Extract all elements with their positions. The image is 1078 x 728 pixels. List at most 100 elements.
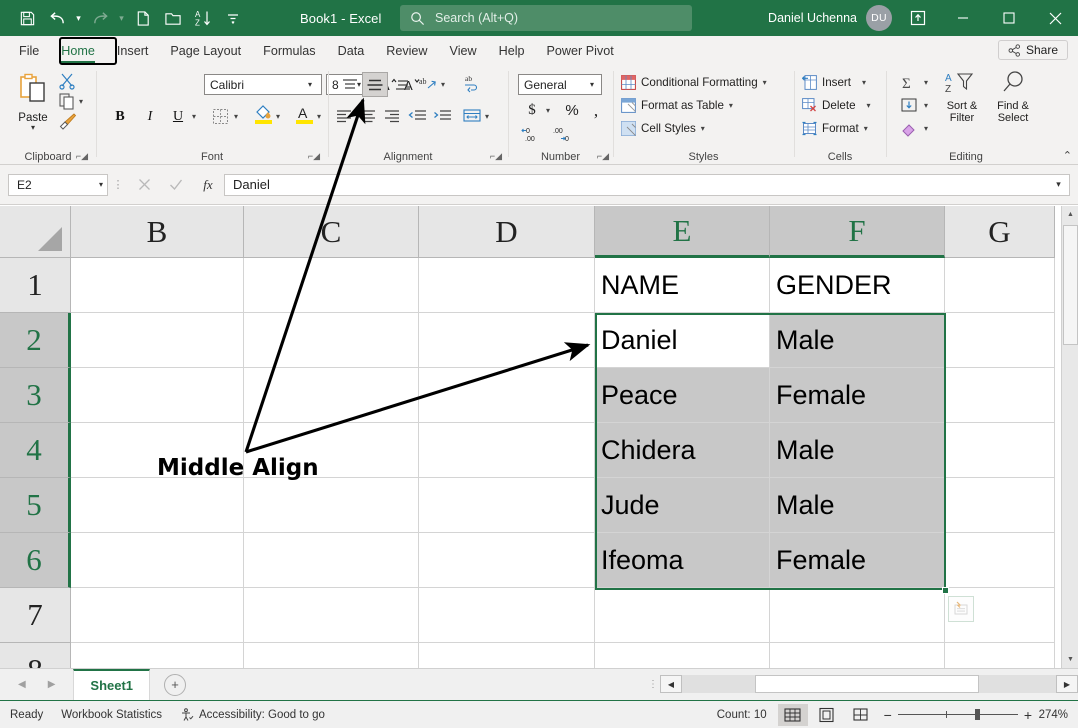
zoom-out-button[interactable]: − [884,707,892,723]
middle-align-button[interactable] [362,72,388,97]
cell-G3[interactable] [945,368,1055,423]
alignment-dialog-launcher[interactable]: ⌐◢ [490,151,502,162]
number-dialog-launcher[interactable]: ⌐◢ [597,151,609,162]
find-and-select-button[interactable]: Find & Select [987,70,1039,124]
cancel-edit-icon[interactable] [128,173,160,197]
fill-button[interactable] [896,94,922,117]
account-area[interactable]: Daniel Uchenna DU [768,0,892,36]
cell-D3[interactable] [419,368,595,423]
new-file-icon[interactable] [128,4,158,32]
tab-power-pivot[interactable]: Power Pivot [536,36,625,66]
cell-E7[interactable] [595,588,770,643]
underline-button[interactable]: U [166,105,190,128]
row-header-3[interactable]: 3 [0,368,71,423]
number-format-dropdown-icon[interactable]: ▾ [590,80,594,89]
tab-review[interactable]: Review [375,36,438,66]
cell-D8[interactable] [419,643,595,668]
cell-B3[interactable] [71,368,244,423]
align-left-button[interactable] [332,104,356,127]
zoom-thumb[interactable] [975,709,980,720]
cell-B1[interactable] [71,258,244,313]
maximize-button[interactable] [986,0,1032,36]
increase-decimal-button[interactable]: 0.00 [520,122,544,145]
paste-dropdown-icon[interactable]: ▾ [10,123,56,132]
tab-help[interactable]: Help [488,36,536,66]
orientation-dropdown-icon[interactable]: ▾ [441,80,445,89]
fill-color-button[interactable] [251,102,275,125]
expand-formula-bar-icon[interactable]: ▾ [1048,174,1070,196]
zoom-in-button[interactable]: + [1024,707,1032,723]
undo-icon[interactable] [42,4,72,32]
font-name-dropdown-icon[interactable]: ▾ [308,80,312,89]
format-as-table-dropdown-icon[interactable]: ▾ [729,101,733,110]
cell-F1[interactable]: GENDER [770,258,945,313]
tab-home[interactable]: Home [50,36,106,66]
cell-C1[interactable] [244,258,419,313]
fill-dropdown-icon[interactable]: ▾ [924,101,928,110]
save-icon[interactable] [12,4,42,32]
delete-cells-button[interactable]: Delete ▾ [802,98,871,113]
underline-dropdown-icon[interactable]: ▾ [192,112,196,121]
cell-B7[interactable] [71,588,244,643]
redo-dropdown-icon[interactable]: ▾ [115,4,128,32]
insert-dropdown-icon[interactable]: ▾ [862,78,866,87]
accessibility-checker-button[interactable]: Accessibility: Good to go [171,708,334,722]
copy-button[interactable]: ▾ [58,92,83,110]
scroll-left-icon[interactable]: ◀ [660,675,682,693]
column-header-C[interactable]: C [244,206,419,258]
confirm-edit-icon[interactable] [160,173,192,197]
font-name-input[interactable]: Calibri [204,74,322,95]
page-break-preview-button[interactable] [846,704,876,726]
cell-B2[interactable] [71,313,244,368]
sort-az-icon[interactable]: AZ [188,4,218,32]
format-as-table-button[interactable]: Format as Table ▾ [621,98,733,113]
cell-G1[interactable] [945,258,1055,313]
row-header-7[interactable]: 7 [0,588,71,643]
workbook-statistics-button[interactable]: Workbook Statistics [52,709,171,721]
add-sheet-icon[interactable]: + [164,674,186,696]
row-header-1[interactable]: 1 [0,258,71,313]
cell-E4[interactable]: Chidera [595,423,770,478]
orientation-button[interactable]: ab [416,73,440,96]
cell-B6[interactable] [71,533,244,588]
copy-dropdown-icon[interactable]: ▾ [79,97,83,106]
merge-and-center-button[interactable] [460,104,484,127]
name-box[interactable]: E2 ▾ [8,174,108,196]
name-box-dropdown-icon[interactable]: ▾ [99,180,103,189]
tab-formulas[interactable]: Formulas [252,36,326,66]
insert-cells-button[interactable]: Insert ▾ [802,75,866,90]
cell-G6[interactable] [945,533,1055,588]
font-color-dropdown-icon[interactable]: ▾ [317,112,321,121]
select-all-corner[interactable] [0,206,71,258]
horizontal-scroll-thumb[interactable] [755,675,979,693]
scroll-down-icon[interactable]: ▼ [1062,651,1078,668]
close-button[interactable] [1032,0,1078,36]
cell-F7[interactable] [770,588,945,643]
formula-input[interactable]: Daniel [224,174,1048,196]
tab-insert[interactable]: Insert [106,36,160,66]
redo-icon[interactable] [85,4,115,32]
bold-button[interactable]: B [108,105,132,128]
cell-F5[interactable]: Male [770,478,945,533]
spreadsheet-grid[interactable]: B C D E F G 1 2 3 4 5 6 7 8 NAME GENDER [0,206,1078,668]
top-align-button[interactable] [338,73,362,96]
font-color-button[interactable]: A [292,102,316,125]
cell-F6[interactable]: Female [770,533,945,588]
zoom-track[interactable] [898,714,1018,715]
fill-color-dropdown-icon[interactable]: ▾ [276,112,280,121]
zoom-slider[interactable]: − + [884,707,1032,723]
column-header-E[interactable]: E [595,206,770,258]
fill-handle[interactable] [942,587,949,594]
cell-styles-button[interactable]: Cell Styles ▾ [621,121,705,136]
vertical-scroll-thumb[interactable] [1063,225,1078,345]
avatar[interactable]: DU [866,5,892,31]
accounting-format-button[interactable]: $ [520,99,544,122]
clear-dropdown-icon[interactable]: ▾ [924,124,928,133]
row-header-2[interactable]: 2 [0,313,71,368]
cell-E5[interactable]: Jude [595,478,770,533]
cell-F4[interactable]: Male [770,423,945,478]
autosum-dropdown-icon[interactable]: ▾ [924,78,928,87]
decrease-indent-button[interactable] [405,104,429,127]
cell-D5[interactable] [419,478,595,533]
vertical-scrollbar[interactable]: ▲ ▼ [1061,206,1078,668]
